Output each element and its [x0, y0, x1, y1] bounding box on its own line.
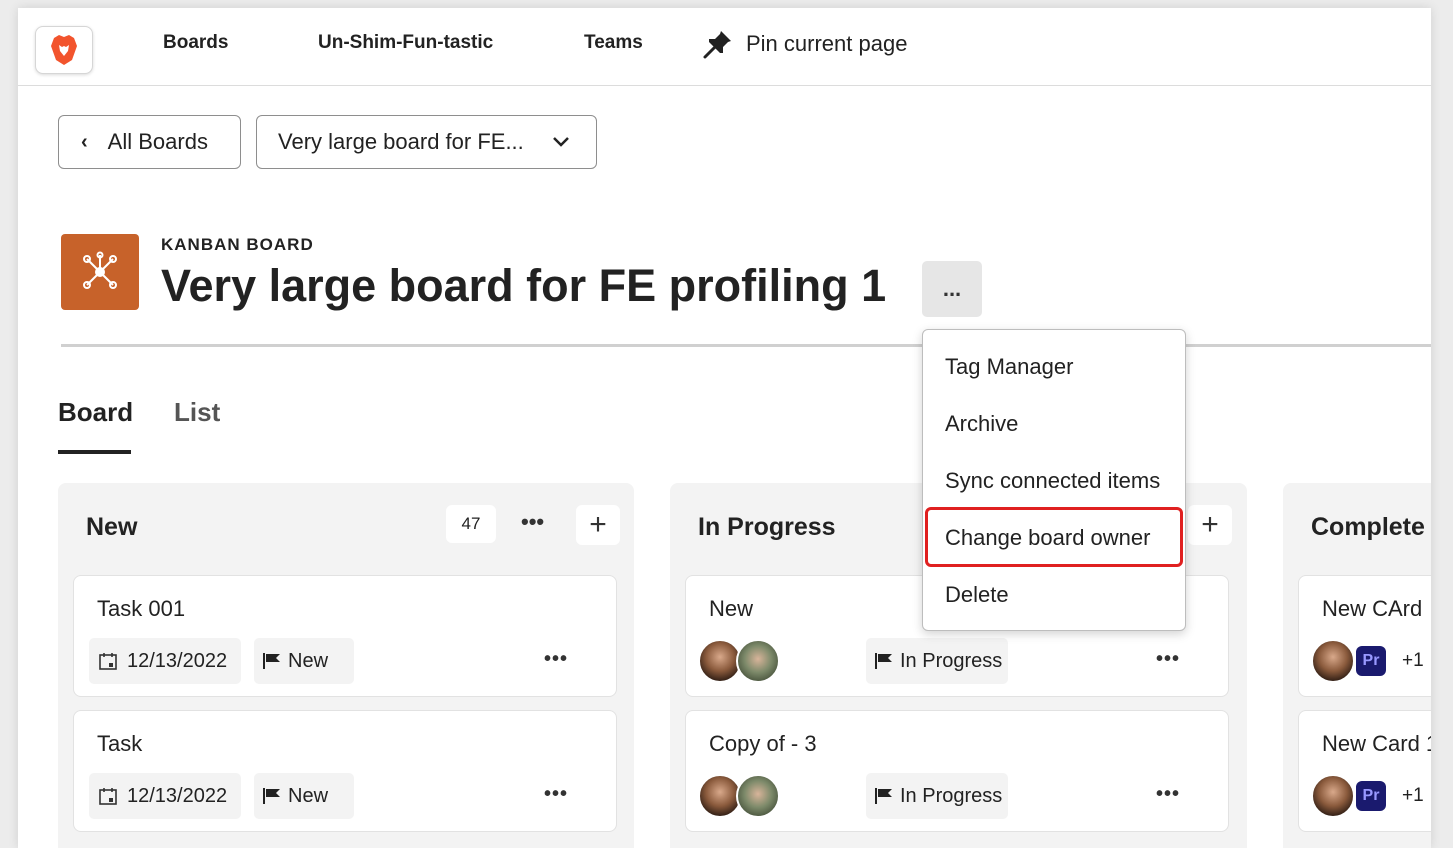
- board-type-label: KANBAN BOARD: [161, 235, 314, 254]
- premiere-app-icon: Pr: [1356, 781, 1386, 811]
- add-card-button[interactable]: +: [576, 505, 620, 545]
- column-complete: Complete New CArd Pr +1 New Card 1 Pr +1: [1283, 483, 1431, 848]
- status-label: In Progress: [900, 784, 1003, 807]
- add-card-button[interactable]: +: [1188, 505, 1232, 545]
- flag-icon: [875, 653, 892, 669]
- top-nav: Boards Un-Shim-Fun-tastic Teams Pin curr…: [18, 8, 1431, 86]
- card-title: Copy of - 3: [709, 731, 817, 756]
- card-more-icon[interactable]: •••: [544, 648, 568, 671]
- flag-icon: [263, 653, 280, 669]
- app-window: Boards Un-Shim-Fun-tastic Teams Pin curr…: [18, 8, 1431, 848]
- card-more-icon[interactable]: •••: [544, 783, 568, 806]
- avatar[interactable]: [1311, 774, 1355, 818]
- card-title: Task: [97, 731, 143, 756]
- highlight-box: [925, 507, 1183, 567]
- due-date-label: 12/13/2022: [127, 784, 228, 807]
- status-chip[interactable]: New: [254, 773, 354, 819]
- board-more-button[interactable]: ...: [922, 261, 982, 317]
- card[interactable]: New Card 1 Pr +1: [1298, 710, 1431, 832]
- nav-link-boards[interactable]: Boards: [163, 32, 228, 54]
- status-label: New: [288, 649, 329, 672]
- column-title: New: [86, 513, 138, 541]
- nav-link-workspace[interactable]: Un-Shim-Fun-tastic: [318, 32, 493, 54]
- header-divider: [61, 344, 1431, 347]
- board-icon: [61, 234, 139, 310]
- card-title: New CArd: [1322, 596, 1423, 621]
- flag-icon: [875, 788, 892, 804]
- column-more-icon[interactable]: •••: [521, 509, 544, 535]
- menu-item-sync[interactable]: Sync connected items: [945, 468, 1160, 494]
- status-label: In Progress: [900, 649, 1003, 672]
- all-boards-button[interactable]: ‹ All Boards: [58, 115, 241, 169]
- premiere-app-icon: Pr: [1356, 646, 1386, 676]
- tab-board[interactable]: Board: [58, 397, 133, 428]
- card-title: Task 001: [97, 596, 186, 621]
- status-chip[interactable]: New: [254, 638, 354, 684]
- status-label: New: [288, 784, 329, 807]
- status-chip[interactable]: In Progress: [866, 638, 1008, 684]
- due-date-chip[interactable]: 12/13/2022: [89, 638, 241, 684]
- avatar[interactable]: [736, 774, 780, 818]
- card-more-icon[interactable]: •••: [1156, 648, 1180, 671]
- network-icon: [83, 251, 117, 289]
- card-title: New: [709, 596, 754, 621]
- board-select-dropdown[interactable]: Very large board for FE...: [256, 115, 597, 169]
- card-more-icon[interactable]: •••: [1156, 783, 1180, 806]
- column-new: New 47 ••• + Task 001 12/13/2022 New •••…: [58, 483, 634, 848]
- menu-item-delete[interactable]: Delete: [945, 582, 1009, 608]
- menu-item-archive[interactable]: Archive: [945, 411, 1018, 437]
- page-title: Very large board for FE profiling 1: [161, 260, 887, 311]
- status-chip[interactable]: In Progress: [866, 773, 1008, 819]
- all-boards-label: All Boards: [107, 129, 208, 154]
- nav-link-teams[interactable]: Teams: [584, 32, 643, 54]
- chevron-down-icon: [552, 137, 569, 147]
- card[interactable]: Task 001 12/13/2022 New •••: [73, 575, 617, 697]
- pin-icon: [703, 31, 731, 59]
- tab-active-indicator: [58, 450, 131, 454]
- avatar[interactable]: [1311, 639, 1355, 683]
- card[interactable]: Copy of - 3 In Progress •••: [685, 710, 1229, 832]
- flag-icon: [263, 788, 280, 804]
- card[interactable]: New CArd Pr +1: [1298, 575, 1431, 697]
- due-date-label: 12/13/2022: [127, 649, 228, 672]
- tab-list[interactable]: List: [174, 397, 220, 428]
- brave-logo-icon[interactable]: [35, 26, 93, 74]
- chevron-left-icon: ‹: [81, 130, 88, 153]
- pin-page-label: Pin current page: [746, 31, 908, 56]
- extra-assignees-count[interactable]: +1: [1402, 650, 1424, 672]
- column-title: Complete: [1311, 513, 1425, 541]
- menu-item-tag-manager[interactable]: Tag Manager: [945, 354, 1073, 380]
- calendar-icon: [99, 653, 117, 670]
- board-select-label: Very large board for FE...: [278, 129, 524, 154]
- board-actions-menu: Tag Manager Archive Sync connected items…: [922, 329, 1186, 631]
- extra-assignees-count[interactable]: +1: [1402, 785, 1424, 807]
- pin-page-button[interactable]: Pin current page: [702, 28, 907, 60]
- column-title: In Progress: [698, 513, 836, 541]
- more-icon: ...: [942, 276, 962, 301]
- avatar[interactable]: [736, 639, 780, 683]
- card-title: New Card 1: [1322, 731, 1431, 756]
- card[interactable]: Task 12/13/2022 New •••: [73, 710, 617, 832]
- calendar-icon: [99, 788, 117, 805]
- due-date-chip[interactable]: 12/13/2022: [89, 773, 241, 819]
- column-count-badge: 47: [446, 505, 496, 543]
